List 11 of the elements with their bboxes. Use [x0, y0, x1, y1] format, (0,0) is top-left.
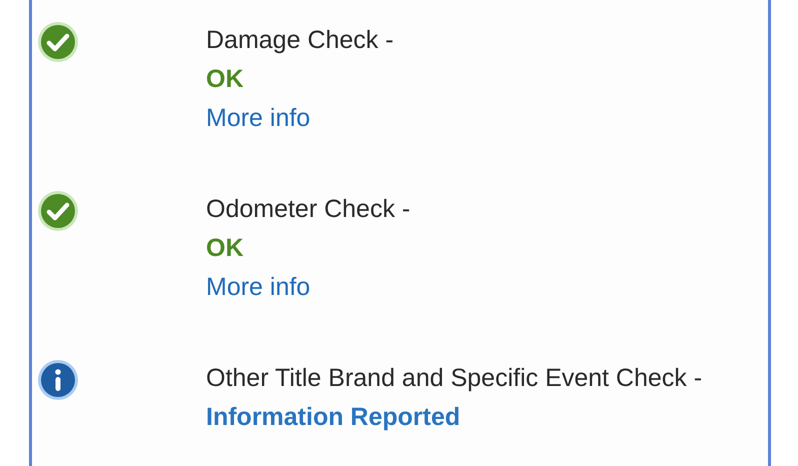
more-info-link[interactable]: More info — [206, 268, 310, 307]
more-info-link[interactable]: More info — [206, 99, 310, 138]
check-status: OK — [206, 64, 244, 95]
check-title: Damage Check - — [206, 25, 394, 56]
check-icon — [37, 21, 79, 63]
check-title: Other Title Brand and Specific Event Check - — [206, 363, 702, 394]
check-status: OK — [206, 233, 244, 264]
info-icon — [37, 359, 79, 401]
check-icon — [37, 190, 79, 232]
check-status: Information Reported — [206, 402, 460, 433]
check-title: Odometer Check - — [206, 194, 410, 225]
